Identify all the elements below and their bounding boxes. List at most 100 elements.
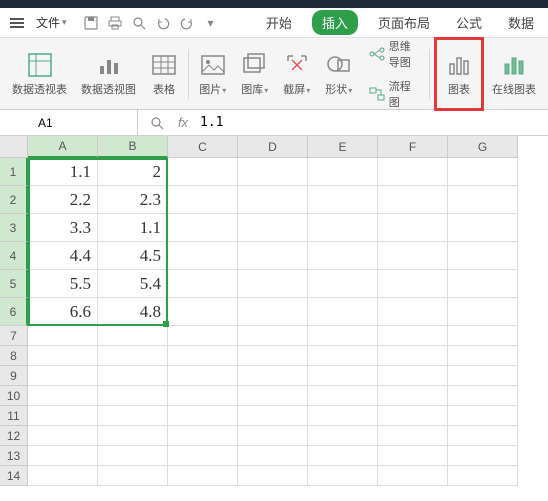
cell-b4[interactable]: 4.5 bbox=[98, 242, 168, 270]
cell-a14[interactable] bbox=[28, 466, 98, 486]
cell-a3[interactable]: 3.3 bbox=[28, 214, 98, 242]
hamburger-icon[interactable] bbox=[8, 16, 26, 30]
cell-g12[interactable] bbox=[448, 426, 518, 446]
cell-e8[interactable] bbox=[308, 346, 378, 366]
cell-e2[interactable] bbox=[308, 186, 378, 214]
flowchart-button[interactable]: 流程图 bbox=[365, 76, 421, 112]
screenshot-button[interactable]: 截屏▾ bbox=[277, 42, 317, 106]
cell-c10[interactable] bbox=[168, 386, 238, 406]
col-header-f[interactable]: F bbox=[378, 136, 448, 158]
cell-a13[interactable] bbox=[28, 446, 98, 466]
cell-a7[interactable] bbox=[28, 326, 98, 346]
cell-f10[interactable] bbox=[378, 386, 448, 406]
select-all-corner[interactable] bbox=[0, 136, 28, 158]
cell-a9[interactable] bbox=[28, 366, 98, 386]
gallery-button[interactable]: 图库▾ bbox=[235, 42, 275, 106]
cell-c11[interactable] bbox=[168, 406, 238, 426]
tab-page-layout[interactable]: 页面布局 bbox=[372, 10, 436, 35]
cell-g2[interactable] bbox=[448, 186, 518, 214]
cell-d4[interactable] bbox=[238, 242, 308, 270]
cell-a8[interactable] bbox=[28, 346, 98, 366]
col-header-e[interactable]: E bbox=[308, 136, 378, 158]
cell-c6[interactable] bbox=[168, 298, 238, 326]
cell-g7[interactable] bbox=[448, 326, 518, 346]
cell-c12[interactable] bbox=[168, 426, 238, 446]
row-header-1[interactable]: 1 bbox=[0, 158, 28, 186]
cell-f1[interactable] bbox=[378, 158, 448, 186]
preview-icon[interactable] bbox=[131, 15, 147, 31]
redo-icon[interactable] bbox=[179, 15, 195, 31]
cell-e4[interactable] bbox=[308, 242, 378, 270]
cell-e9[interactable] bbox=[308, 366, 378, 386]
cell-b1[interactable]: 2 bbox=[98, 158, 168, 186]
mindmap-button[interactable]: 思维导图 bbox=[365, 36, 421, 72]
tab-formula[interactable]: 公式 bbox=[450, 10, 488, 35]
cell-c13[interactable] bbox=[168, 446, 238, 466]
file-menu-button[interactable]: 文件 ▾ bbox=[30, 12, 73, 33]
cell-a5[interactable]: 5.5 bbox=[28, 270, 98, 298]
cell-g13[interactable] bbox=[448, 446, 518, 466]
cell-e11[interactable] bbox=[308, 406, 378, 426]
cell-c1[interactable] bbox=[168, 158, 238, 186]
row-header-7[interactable]: 7 bbox=[0, 326, 28, 346]
row-header-14[interactable]: 14 bbox=[0, 466, 28, 486]
cell-e7[interactable] bbox=[308, 326, 378, 346]
cell-d14[interactable] bbox=[238, 466, 308, 486]
pivot-chart-button[interactable]: 数据透视图 bbox=[75, 42, 142, 106]
cell-d7[interactable] bbox=[238, 326, 308, 346]
cell-f6[interactable] bbox=[378, 298, 448, 326]
cell-c8[interactable] bbox=[168, 346, 238, 366]
tab-data[interactable]: 数据 bbox=[502, 10, 540, 35]
cell-g3[interactable] bbox=[448, 214, 518, 242]
cell-d1[interactable] bbox=[238, 158, 308, 186]
fx-icon[interactable]: fx bbox=[174, 114, 192, 132]
zoom-icon[interactable] bbox=[148, 114, 166, 132]
cell-b14[interactable] bbox=[98, 466, 168, 486]
cell-d6[interactable] bbox=[238, 298, 308, 326]
cell-a10[interactable] bbox=[28, 386, 98, 406]
online-chart-button[interactable]: 在线图表 bbox=[486, 42, 542, 106]
cell-f13[interactable] bbox=[378, 446, 448, 466]
cell-e12[interactable] bbox=[308, 426, 378, 446]
cell-d12[interactable] bbox=[238, 426, 308, 446]
row-header-3[interactable]: 3 bbox=[0, 214, 28, 242]
cell-f11[interactable] bbox=[378, 406, 448, 426]
col-header-c[interactable]: C bbox=[168, 136, 238, 158]
row-header-13[interactable]: 13 bbox=[0, 446, 28, 466]
cell-b2[interactable]: 2.3 bbox=[98, 186, 168, 214]
name-box[interactable] bbox=[28, 110, 138, 135]
table-button[interactable]: 表格 bbox=[144, 42, 184, 106]
col-header-a[interactable]: A bbox=[28, 136, 98, 158]
shapes-button[interactable]: 形状▾ bbox=[319, 42, 359, 106]
tab-insert[interactable]: 插入 bbox=[312, 10, 358, 35]
cell-g1[interactable] bbox=[448, 158, 518, 186]
cell-b10[interactable] bbox=[98, 386, 168, 406]
cell-e14[interactable] bbox=[308, 466, 378, 486]
cell-b7[interactable] bbox=[98, 326, 168, 346]
cell-d2[interactable] bbox=[238, 186, 308, 214]
col-header-g[interactable]: G bbox=[448, 136, 518, 158]
cell-f2[interactable] bbox=[378, 186, 448, 214]
qat-dropdown-icon[interactable]: ▾ bbox=[203, 15, 219, 31]
row-header-8[interactable]: 8 bbox=[0, 346, 28, 366]
cell-g5[interactable] bbox=[448, 270, 518, 298]
cell-c2[interactable] bbox=[168, 186, 238, 214]
cell-a4[interactable]: 4.4 bbox=[28, 242, 98, 270]
cell-d10[interactable] bbox=[238, 386, 308, 406]
cell-g4[interactable] bbox=[448, 242, 518, 270]
cell-c3[interactable] bbox=[168, 214, 238, 242]
cell-g8[interactable] bbox=[448, 346, 518, 366]
cell-b12[interactable] bbox=[98, 426, 168, 446]
cell-b5[interactable]: 5.4 bbox=[98, 270, 168, 298]
cell-a11[interactable] bbox=[28, 406, 98, 426]
cell-g9[interactable] bbox=[448, 366, 518, 386]
chart-button[interactable]: 图表 bbox=[441, 42, 477, 106]
save-icon[interactable] bbox=[83, 15, 99, 31]
cell-e13[interactable] bbox=[308, 446, 378, 466]
col-header-b[interactable]: B bbox=[98, 136, 168, 158]
cell-a12[interactable] bbox=[28, 426, 98, 446]
cell-f9[interactable] bbox=[378, 366, 448, 386]
picture-button[interactable]: 图片▾ bbox=[193, 42, 233, 106]
cell-g6[interactable] bbox=[448, 298, 518, 326]
cell-d3[interactable] bbox=[238, 214, 308, 242]
